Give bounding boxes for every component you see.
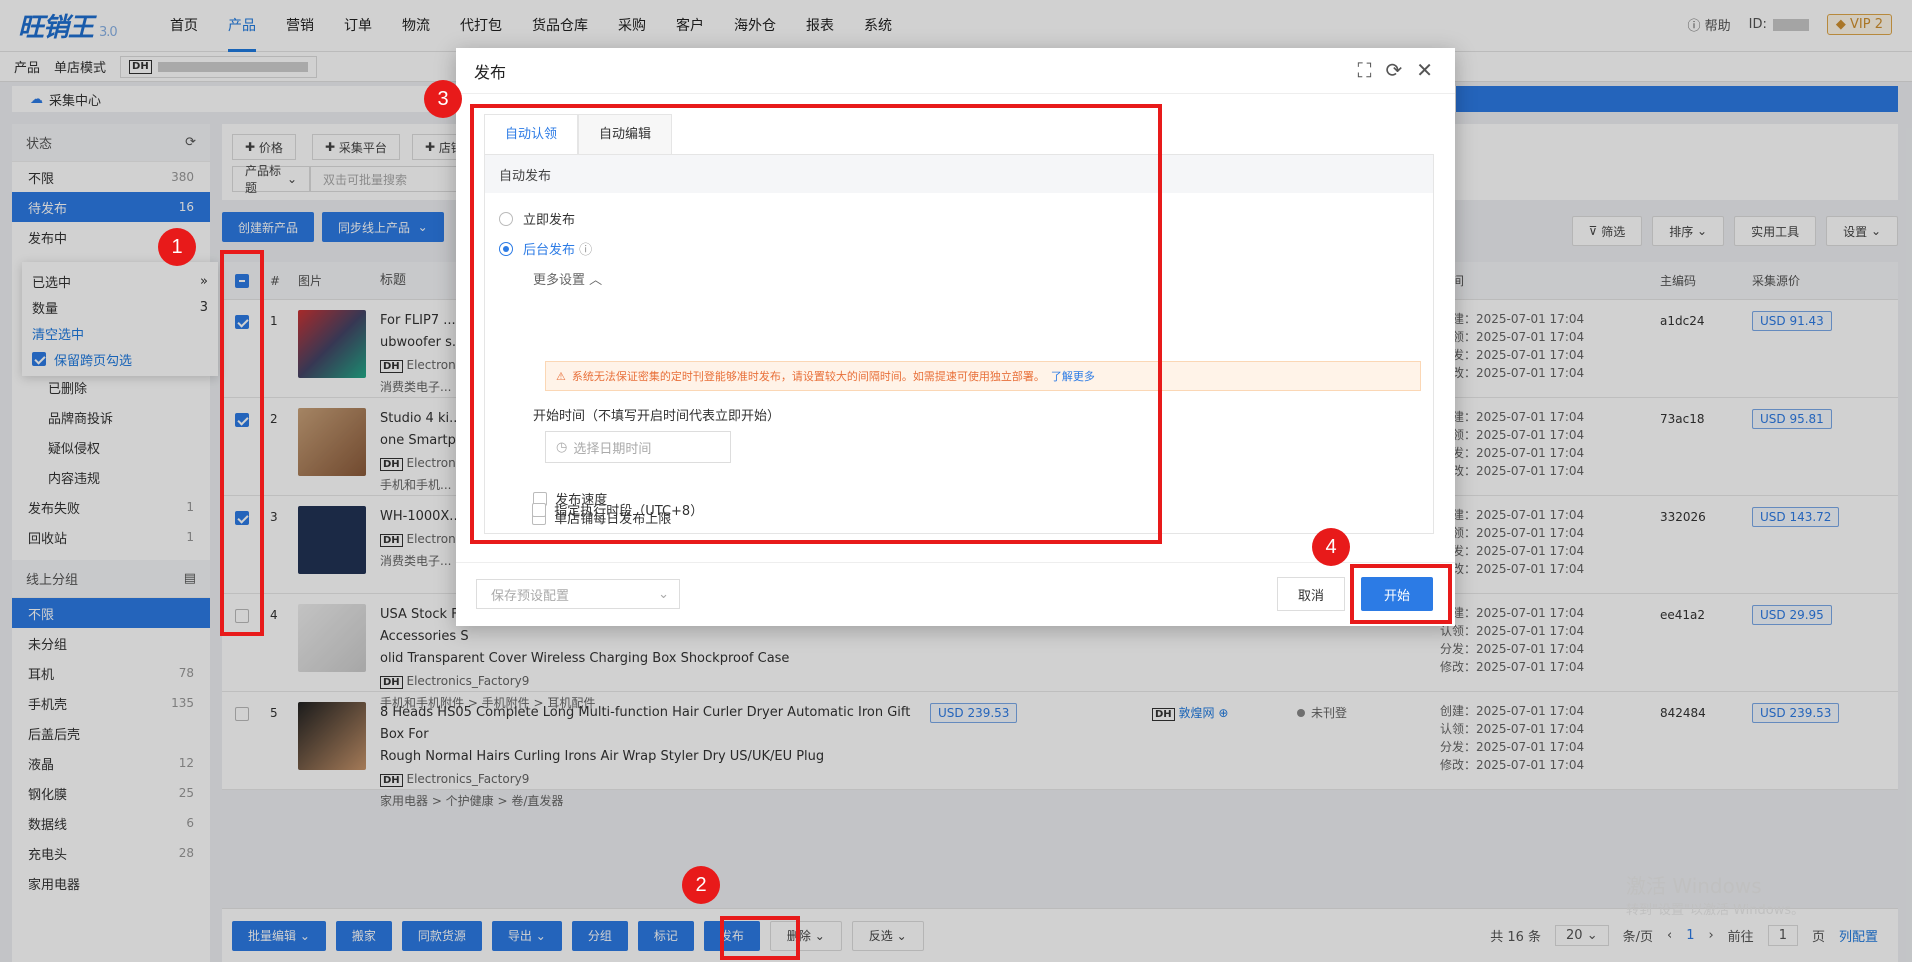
dialog-tabs: 自动认领 自动编辑 xyxy=(484,114,673,154)
publish-now-radio[interactable] xyxy=(499,211,513,226)
help-icon[interactable]: ⓘ xyxy=(579,239,592,258)
refresh-icon[interactable]: ⟳ xyxy=(1385,58,1402,82)
publish-bg-radio[interactable] xyxy=(499,241,513,256)
step-badge-4: 4 xyxy=(1312,528,1350,566)
start-button[interactable]: 开始 xyxy=(1361,577,1433,611)
step-badge-1: 1 xyxy=(158,228,196,266)
windows-activation-watermark: 激活 Windows 转到"设置"以激活 Windows。 xyxy=(1626,870,1804,918)
auto-publish-section: 自动发布 xyxy=(485,155,1433,193)
dialog-header: 发布 xyxy=(456,48,1455,94)
publish-now-label: 立即发布 xyxy=(523,213,576,228)
chevron-up-icon: ︿ xyxy=(589,273,603,288)
publish-now-option[interactable]: 立即发布 xyxy=(499,209,575,228)
tab-auto-claim[interactable]: 自动认领 xyxy=(484,114,579,154)
clock-icon: ◷ xyxy=(556,439,568,455)
watermark-line2: 转到"设置"以激活 Windows。 xyxy=(1626,903,1805,918)
dialog-footer: 保存预设配置 ⌄ 取消 开始 xyxy=(456,562,1455,626)
tab-auto-edit[interactable]: 自动编辑 xyxy=(578,114,673,154)
dialog-tools: ⛶ ⟳ ✕ xyxy=(1357,58,1433,82)
watermark-line1: 激活 Windows xyxy=(1626,874,1762,898)
publish-dialog: 发布 ⛶ ⟳ ✕ 自动认领 自动编辑 自动发布 立即发布 后台发布 ⓘ 更多设置… xyxy=(456,48,1455,626)
warning-banner: ⚠ 系统无法保证密集的定时刊登能够准时发布，请设置较大的间隔时间。如需提速可使用独… xyxy=(545,361,1421,391)
date-time-input[interactable]: ◷ 选择日期时间 xyxy=(545,431,731,463)
close-icon[interactable]: ✕ xyxy=(1416,58,1433,82)
time-window-option[interactable]: 指定执行时段（UTC+8） xyxy=(532,500,703,519)
cancel-button[interactable]: 取消 xyxy=(1277,577,1345,611)
preset-config-select[interactable]: 保存预设配置 ⌄ xyxy=(476,579,680,609)
dialog-title: 发布 xyxy=(474,62,507,82)
time-window-label: 指定执行时段（UTC+8） xyxy=(554,504,704,519)
step-badge-2: 2 xyxy=(682,866,720,904)
time-window-checkbox[interactable] xyxy=(532,502,546,517)
publish-bg-option[interactable]: 后台发布 ⓘ xyxy=(499,239,592,258)
fullscreen-icon[interactable]: ⛶ xyxy=(1357,58,1371,82)
more-settings-label: 更多设置 xyxy=(533,273,586,288)
learn-more-link[interactable]: 了解更多 xyxy=(1051,368,1095,384)
more-settings-toggle[interactable]: 更多设置 ︿ xyxy=(533,269,602,288)
warning-text: 系统无法保证密集的定时刊登能够准时发布，请设置较大的间隔时间。如需提速可使用独立… xyxy=(571,370,1045,383)
publish-bg-label: 后台发布 xyxy=(523,243,576,258)
dialog-panel: 自动发布 立即发布 后台发布 ⓘ 更多设置 ︿ ⚠ 系统无法保证密集的定时刊登能够… xyxy=(484,154,1434,534)
start-time-label: 开始时间（不填写开启时间代表立即开始） xyxy=(533,409,781,424)
warning-icon: ⚠ xyxy=(556,369,566,383)
date-placeholder: 选择日期时间 xyxy=(573,441,652,457)
step-badge-3: 3 xyxy=(424,80,462,118)
chevron-down-icon: ⌄ xyxy=(658,586,669,602)
preset-label: 保存预设配置 xyxy=(491,588,570,604)
